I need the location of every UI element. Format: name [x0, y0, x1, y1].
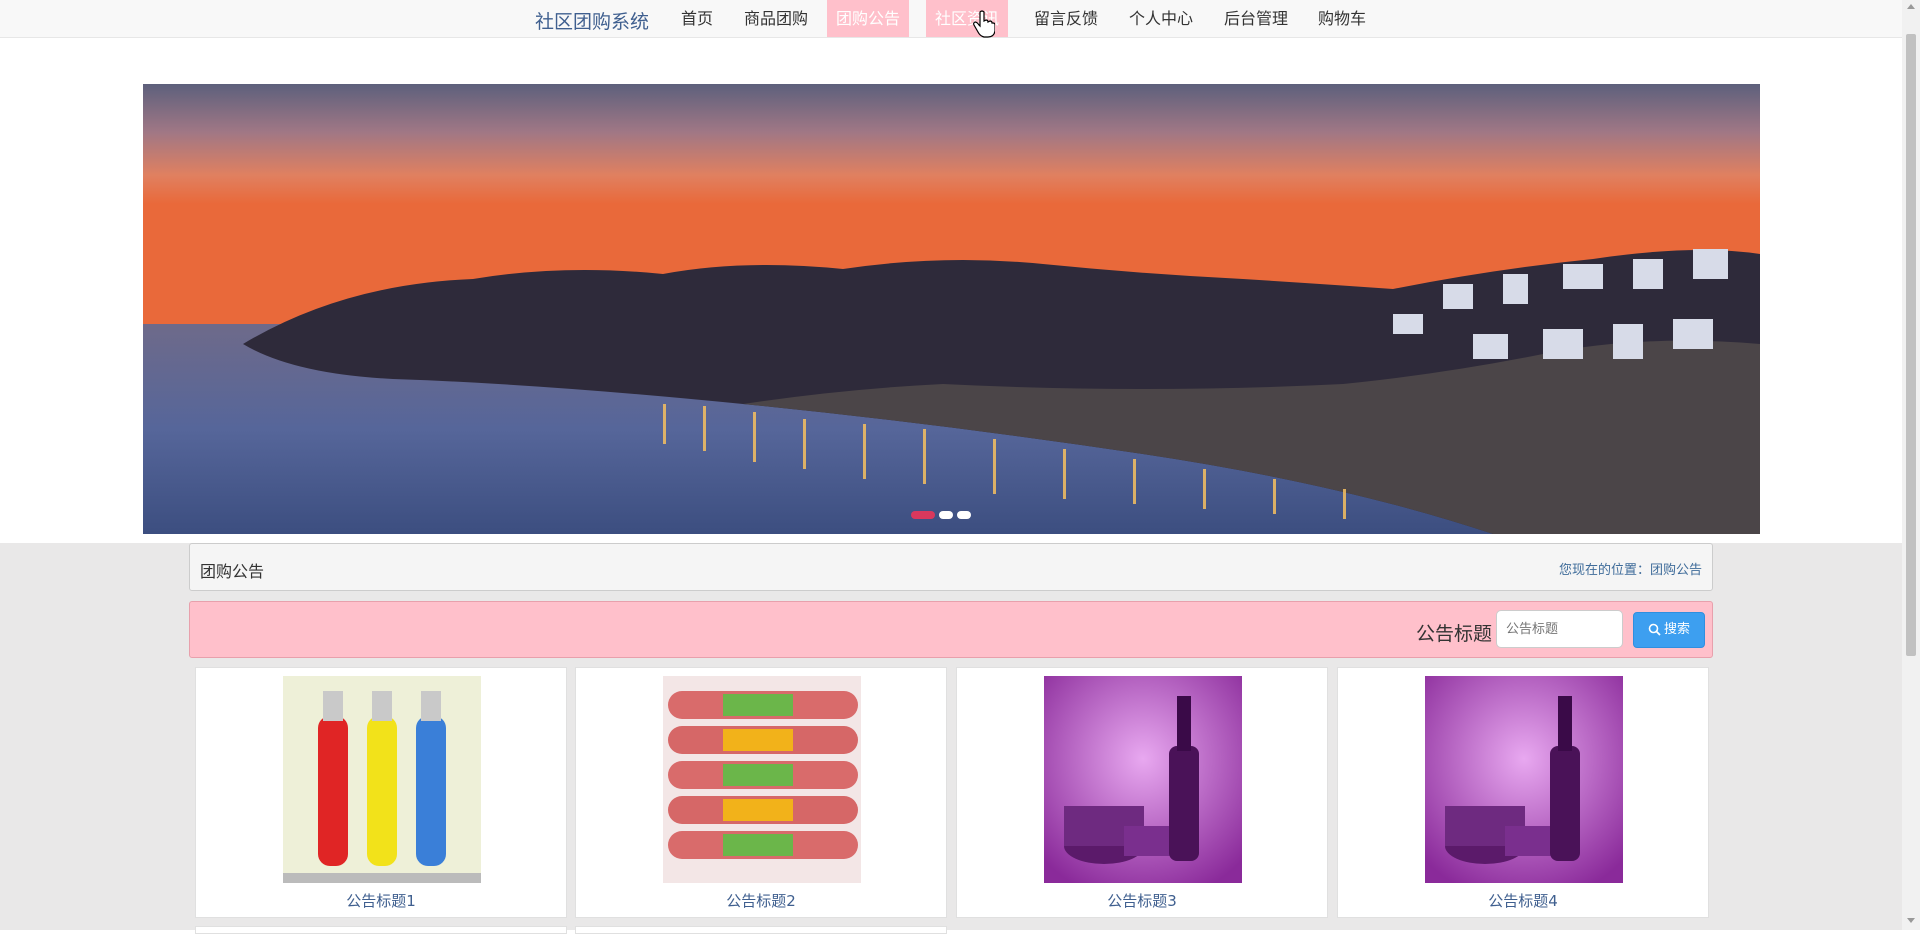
top-navbar: 社区团购系统 首页 商品团购 团购公告 社区资讯 留言反馈 个人中心 后台管理 …: [0, 0, 1902, 38]
nav-item-products[interactable]: 商品团购: [735, 0, 817, 37]
section-title: 团购公告: [200, 562, 265, 581]
harbor-sunset-image: [143, 84, 1760, 534]
announcement-card[interactable]: 公告标题3: [956, 667, 1328, 918]
nav-item-cart[interactable]: 购物车: [1309, 0, 1375, 37]
nav-item-announcements[interactable]: 团购公告: [827, 0, 910, 37]
nav-item-community-news[interactable]: 社区资讯: [926, 0, 1009, 37]
next-row-card[interactable]: [195, 926, 567, 934]
breadcrumb: 团购公告 您现在的位置：团购公告: [189, 543, 1713, 591]
nav-item-feedback[interactable]: 留言反馈: [1025, 0, 1107, 37]
announcement-card[interactable]: 公告标题1: [195, 667, 567, 918]
search-label: 公告标题: [1416, 623, 1493, 645]
card-image[interactable]: [1044, 676, 1242, 883]
nav-item-admin[interactable]: 后台管理: [1215, 0, 1297, 37]
card-image[interactable]: [663, 676, 861, 883]
carousel-dot-2[interactable]: [939, 511, 953, 519]
card-image[interactable]: [1425, 676, 1623, 883]
nav-item-home[interactable]: 首页: [672, 0, 722, 37]
hand-cursor-icon: [973, 10, 995, 38]
search-button-label: 搜索: [1663, 622, 1690, 637]
card-title[interactable]: 公告标题3: [957, 890, 1327, 911]
carousel-dot-3[interactable]: [957, 511, 971, 519]
card-title[interactable]: 公告标题2: [576, 890, 946, 911]
scroll-down-icon[interactable]: [1907, 918, 1915, 923]
search-button[interactable]: 搜索: [1633, 612, 1705, 648]
card-title[interactable]: 公告标题4: [1338, 890, 1708, 911]
scroll-up-icon[interactable]: [1907, 4, 1915, 9]
card-title[interactable]: 公告标题1: [196, 890, 566, 911]
location-indicator: 您现在的位置：团购公告: [1559, 559, 1702, 578]
search-bar: 公告标题 搜索: [189, 601, 1713, 658]
carousel-indicators: [911, 504, 975, 523]
hero-banner[interactable]: [143, 84, 1760, 534]
page-scrollbar[interactable]: [1902, 0, 1920, 930]
location-prefix: 您现在的位置：: [1558, 563, 1650, 578]
scrollbar-thumb[interactable]: [1906, 34, 1916, 656]
nav-item-user-center[interactable]: 个人中心: [1120, 0, 1202, 37]
site-brand[interactable]: 社区团购系统: [535, 7, 649, 34]
carousel-dot-1[interactable]: [911, 511, 935, 519]
search-input[interactable]: [1496, 610, 1623, 648]
announcement-card[interactable]: 公告标题2: [575, 667, 947, 918]
location-link[interactable]: 团购公告: [1650, 563, 1702, 578]
card-image[interactable]: [283, 676, 481, 883]
search-icon: [1648, 623, 1661, 636]
announcement-card[interactable]: 公告标题4: [1337, 667, 1709, 918]
next-row-card[interactable]: [575, 926, 947, 934]
